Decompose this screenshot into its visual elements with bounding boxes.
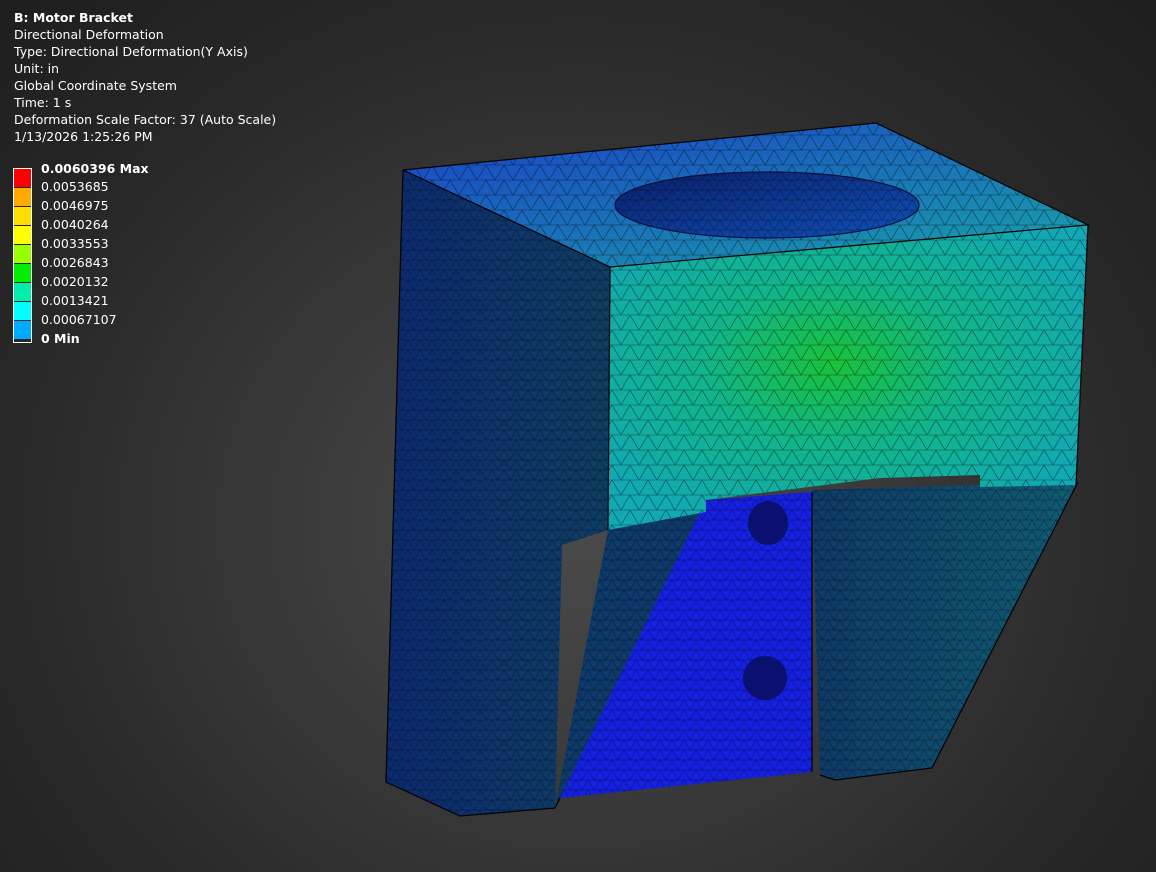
web-hole-lower	[743, 656, 787, 700]
legend-swatch-5	[14, 264, 31, 282]
legend-label-max: 0.0060396 Max	[41, 161, 149, 176]
legend-swatch-3	[14, 226, 31, 244]
model-title: B: Motor Bracket	[14, 10, 133, 25]
legend-swatch-7	[14, 302, 31, 320]
legend-swatch-1	[14, 188, 31, 206]
legend-label: 0.0046975	[41, 198, 109, 213]
web-hole-upper	[748, 501, 788, 545]
legend-label: 0.0026843	[41, 255, 109, 270]
contour-legend[interactable]: 0.0060396 Max 0.0053685 0.0046975 0.0040…	[13, 162, 213, 352]
legend-label: 0.0033553	[41, 236, 109, 251]
result-unit: Unit: in	[14, 61, 60, 76]
legend-swatch-8	[14, 321, 31, 339]
legend-label: 0.0013421	[41, 293, 109, 308]
legend-swatch-0	[14, 169, 31, 187]
result-timestamp: 1/13/2026 1:25:26 PM	[14, 129, 153, 144]
legend-label: 0.00067107	[41, 312, 117, 327]
coordinate-system: Global Coordinate System	[14, 78, 177, 93]
result-type: Type: Directional Deformation(Y Axis)	[14, 44, 248, 59]
legend-label-min: 0 Min	[41, 331, 80, 346]
legend-swatch-6	[14, 283, 31, 301]
result-name: Directional Deformation	[14, 27, 164, 42]
result-info-panel: B: Motor Bracket Directional Deformation…	[14, 9, 276, 145]
deformation-scale-factor: Deformation Scale Factor: 37 (Auto Scale…	[14, 112, 277, 127]
legend-label: 0.0053685	[41, 179, 109, 194]
result-time: Time: 1 s	[14, 95, 72, 110]
legend-swatch-2	[14, 207, 31, 225]
legend-swatch-4	[14, 245, 31, 263]
legend-label: 0.0020132	[41, 274, 109, 289]
legend-label: 0.0040264	[41, 217, 109, 232]
